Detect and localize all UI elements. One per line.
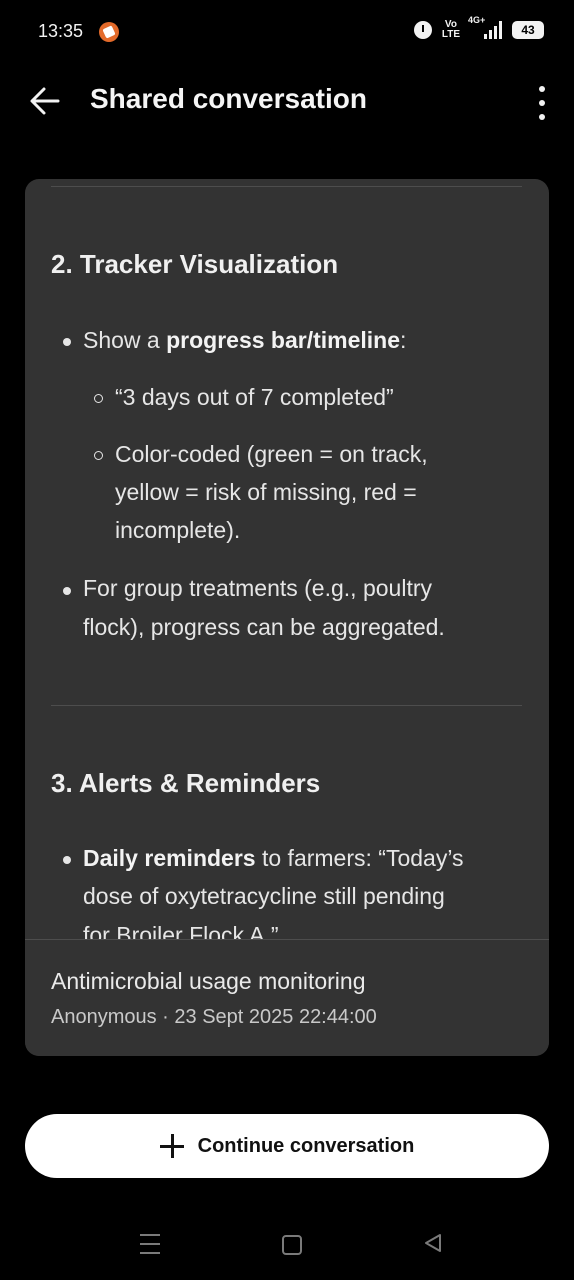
bullet-text: dose of oxytetracycline still pending: [83, 883, 445, 909]
app-notification-icon: [99, 22, 119, 42]
sub-bullet-text: “3 days out of 7 completed”: [115, 384, 394, 410]
network-type: 4G+: [468, 15, 486, 25]
bullet: [63, 856, 71, 864]
conversation-meta: Anonymous · 23 Sept 2025 22:44:00: [51, 1006, 377, 1028]
volte-icon: Vo LTE: [441, 19, 460, 40]
bullet-text: for Broiler Flock A.”: [83, 922, 279, 939]
divider: [51, 705, 522, 706]
conversation-title: Antimicrobial usage monitoring: [51, 968, 366, 994]
bullet-text: Show a progress bar/timeline:: [83, 327, 407, 353]
continue-conversation-button[interactable]: Continue conversation: [25, 1114, 549, 1178]
battery-icon: 43: [512, 21, 544, 39]
sub-bullet-text: Color-coded (green = on track,: [115, 441, 428, 467]
sub-bullet: [94, 394, 103, 403]
plus-icon: [159, 1134, 184, 1158]
section-heading: 3. Alerts & Reminders: [51, 768, 321, 798]
sub-bullet-text: yellow = risk of missing, red =: [115, 479, 417, 505]
conversation-info: Antimicrobial usage monitoring Anonymous…: [25, 939, 549, 1056]
bullet-text: flock), progress can be aggregated.: [83, 614, 445, 640]
back-arrow-icon[interactable]: [28, 84, 62, 118]
bullet: [63, 587, 71, 595]
status-time: 13:35: [38, 21, 84, 41]
section-heading: 2. Tracker Visualization: [51, 249, 339, 279]
divider: [51, 186, 522, 187]
page-title: Shared conversation: [90, 83, 367, 114]
bullet-text: Daily reminders to farmers: “Today’s: [83, 845, 464, 871]
home-icon[interactable]: [282, 1235, 302, 1255]
sub-bullet: [94, 451, 103, 460]
more-options-icon[interactable]: [538, 86, 546, 120]
shared-conversation-card[interactable]: 2. Tracker Visualization Show a progress…: [25, 179, 549, 1056]
nav-back-icon[interactable]: [422, 1232, 444, 1254]
conversation-preview: 2. Tracker Visualization Show a progress…: [25, 179, 549, 939]
status-bar: 13:35 Vo LTE 4G+ 43: [0, 0, 574, 66]
alarm-icon: [413, 21, 432, 39]
bullet-text: For group treatments (e.g., poultry: [83, 575, 432, 601]
system-nav-bar: [0, 1210, 574, 1280]
signal-icon: 4G+: [468, 15, 502, 39]
sub-bullet-text: incomplete).: [115, 517, 241, 543]
bullet: [63, 338, 71, 346]
continue-conversation-label: Continue conversation: [197, 1134, 415, 1157]
recent-apps-icon[interactable]: [140, 1234, 160, 1254]
app-bar: Shared conversation: [0, 66, 574, 138]
status-icons: Vo LTE 4G+ 43: [413, 15, 544, 40]
